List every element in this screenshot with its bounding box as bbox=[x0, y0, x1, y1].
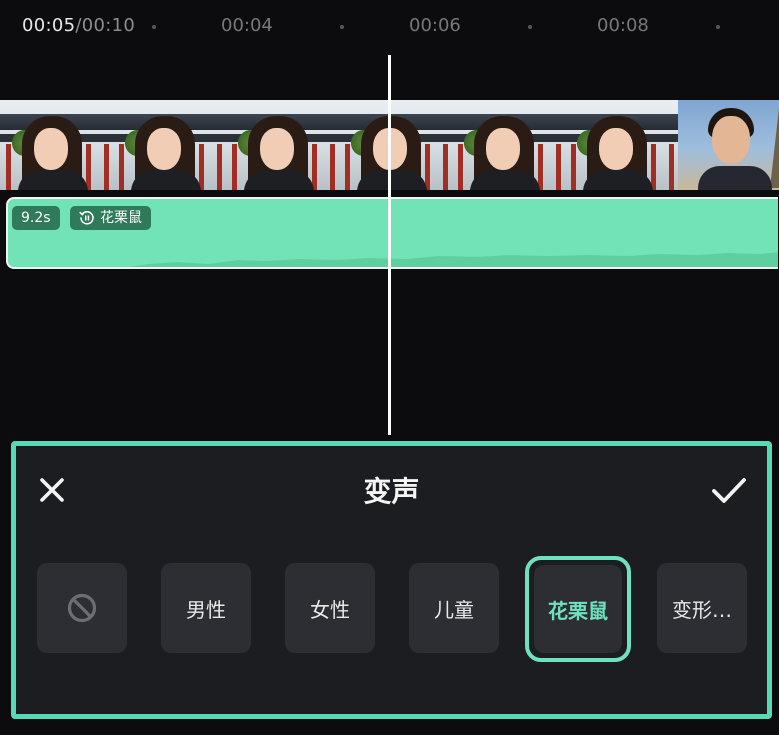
playhead[interactable] bbox=[388, 55, 391, 435]
ruler-tick-label: 00:04 bbox=[221, 15, 273, 36]
video-thumbnail bbox=[565, 100, 678, 190]
check-icon bbox=[712, 478, 746, 503]
ruler-dot bbox=[152, 25, 156, 29]
clip-duration-badge: 9.2s bbox=[12, 206, 60, 230]
voice-option-chipmunk-label: 花栗鼠 bbox=[534, 565, 622, 653]
voice-option-transformer[interactable]: 变形… bbox=[657, 563, 747, 653]
ruler-tick-label: 00:06 bbox=[409, 15, 461, 36]
voice-effect-badge: 花栗鼠 bbox=[70, 206, 151, 230]
confirm-button[interactable] bbox=[709, 472, 749, 508]
time-ruler[interactable]: 00:05/00:10 00:04 00:06 00:08 bbox=[0, 0, 779, 52]
video-thumbnail bbox=[113, 100, 226, 190]
none-icon bbox=[67, 593, 97, 623]
current-time: 00:05 bbox=[22, 15, 76, 36]
ruler-tick-label: 00:08 bbox=[597, 15, 649, 36]
ruler-dot bbox=[716, 25, 720, 29]
video-thumbnail bbox=[226, 100, 339, 190]
video-thumbnail bbox=[339, 100, 452, 190]
video-thumbnail bbox=[678, 100, 779, 190]
voice-change-icon bbox=[79, 211, 94, 225]
voice-changer-panel: 变声 男性 女性 儿童 花栗鼠 变形… bbox=[11, 441, 772, 719]
voice-option-chipmunk[interactable]: 花栗鼠 bbox=[525, 556, 631, 662]
video-thumbnail bbox=[452, 100, 565, 190]
voice-option-child[interactable]: 儿童 bbox=[409, 563, 499, 653]
total-time: /00:10 bbox=[75, 15, 136, 36]
voice-options: 男性 女性 儿童 花栗鼠 变形… bbox=[37, 556, 752, 662]
ruler-dot bbox=[340, 25, 344, 29]
panel-title: 变声 bbox=[363, 475, 420, 508]
voice-option-male[interactable]: 男性 bbox=[161, 563, 251, 653]
voice-option-female[interactable]: 女性 bbox=[285, 563, 375, 653]
audio-waveform bbox=[8, 252, 778, 267]
voice-option-none[interactable] bbox=[37, 563, 127, 653]
video-thumbnail bbox=[0, 100, 113, 190]
video-editor-screen: 00:05/00:10 00:04 00:06 00:08 9.2s 花栗鼠 变… bbox=[0, 0, 779, 735]
voice-effect-label: 花栗鼠 bbox=[100, 210, 142, 226]
playback-time: 00:05/00:10 bbox=[22, 15, 135, 36]
ruler-dot bbox=[528, 25, 532, 29]
audio-clip[interactable]: 9.2s 花栗鼠 bbox=[6, 197, 778, 269]
